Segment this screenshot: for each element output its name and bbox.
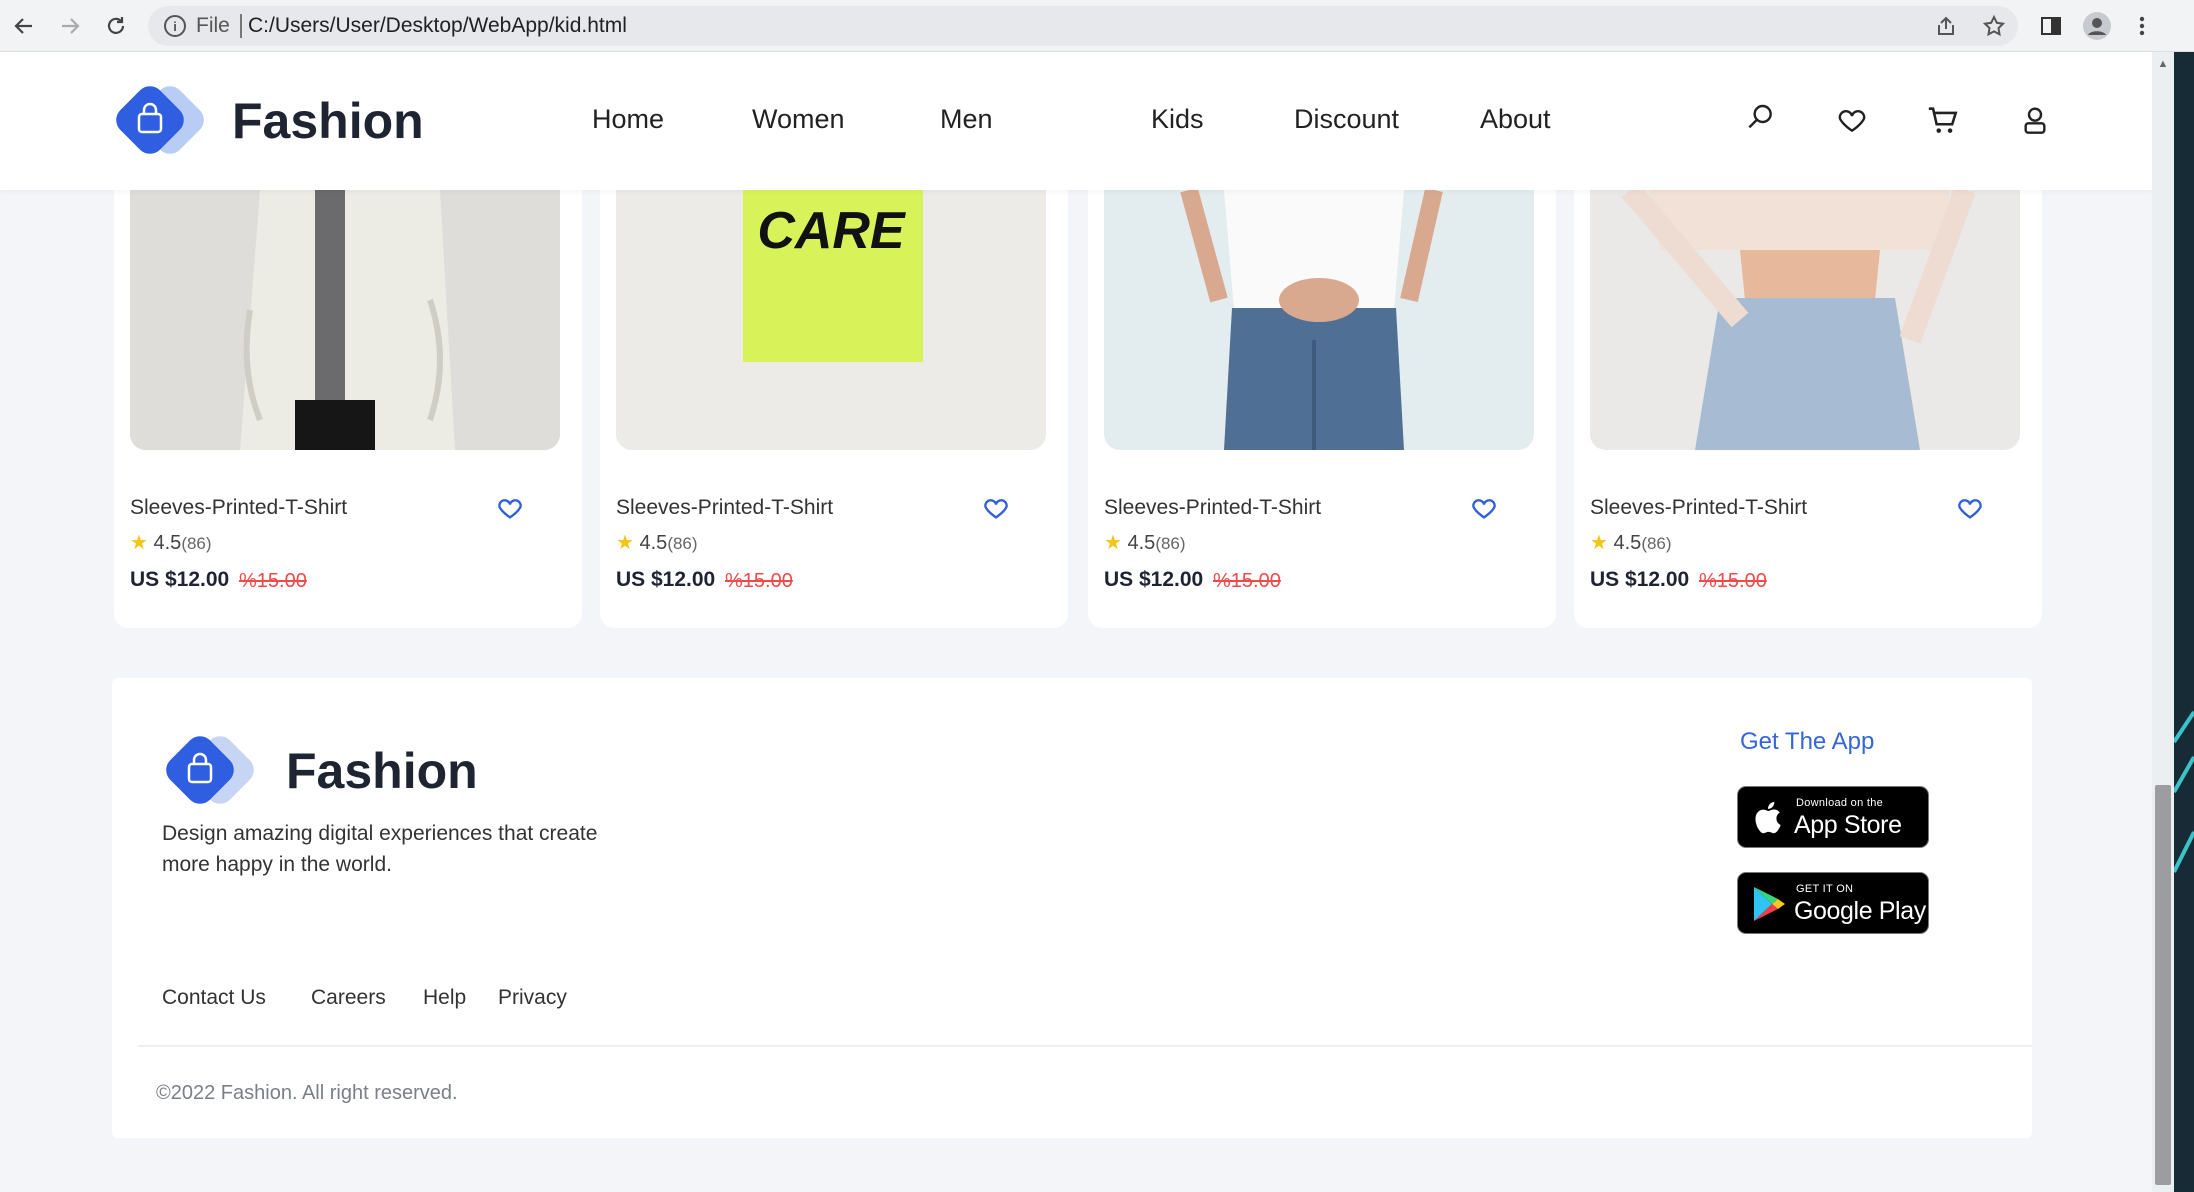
forward-arrow-icon[interactable]: [52, 8, 88, 44]
product-old-price: %15.00: [239, 570, 307, 592]
nav-kids[interactable]: Kids: [1151, 104, 1204, 135]
nav-women[interactable]: Women: [752, 104, 845, 135]
product-rating: ★ 4.5(86): [616, 532, 698, 554]
product-rating: ★ 4.5(86): [130, 532, 212, 554]
star-icon: ★: [1104, 532, 1122, 554]
share-icon[interactable]: [1928, 8, 1964, 44]
footer-link-careers[interactable]: Careers: [311, 986, 386, 1010]
bookmark-star-icon[interactable]: [1976, 8, 2012, 44]
desktop-background-edge: [2174, 52, 2194, 1192]
product-price: US $12.00: [1104, 568, 1204, 591]
product-name[interactable]: Sleeves-Printed-T-Shirt: [616, 496, 833, 520]
product-price: US $12.00: [616, 568, 716, 591]
product-old-price: %15.00: [1699, 570, 1767, 592]
google-play-logo-icon: [1754, 887, 1785, 921]
product-card[interactable]: Sleeves-Printed-T-Shirt ★ 4.5(86) US $12…: [1574, 190, 2042, 628]
nav-discount[interactable]: Discount: [1294, 104, 1399, 135]
star-icon: ★: [130, 532, 148, 554]
footer-logo-icon[interactable]: [162, 728, 262, 812]
product-card[interactable]: Sleeves-Printed-T-Shirt ★ 4.5(86) US $12…: [1088, 190, 1556, 628]
product-old-price: %15.00: [725, 570, 793, 592]
more-menu-icon[interactable]: [2124, 8, 2160, 44]
nav-home[interactable]: Home: [592, 104, 664, 135]
product-image[interactable]: [130, 190, 560, 450]
scrollbar-thumb[interactable]: [2155, 785, 2171, 1185]
wishlist-heart-icon[interactable]: [1956, 494, 1984, 522]
product-rating: ★ 4.5(86): [1590, 532, 1672, 554]
scroll-up-arrow-icon[interactable]: ▲: [2155, 58, 2171, 72]
file-label: File: [196, 14, 230, 37]
user-account-icon[interactable]: [2015, 100, 2055, 140]
apple-logo-icon: [1755, 801, 1781, 834]
star-icon: ★: [616, 532, 634, 554]
shirt-print-text: CARE: [757, 202, 906, 260]
product-image[interactable]: [1590, 190, 2020, 450]
product-old-price: %15.00: [1213, 570, 1281, 592]
wishlist-heart-icon[interactable]: [496, 494, 524, 522]
product-name[interactable]: Sleeves-Printed-T-Shirt: [130, 496, 347, 520]
brand-logo-icon[interactable]: [112, 78, 212, 162]
wishlist-heart-icon[interactable]: [982, 494, 1010, 522]
back-arrow-icon[interactable]: [6, 8, 42, 44]
footer-link-help[interactable]: Help: [423, 986, 466, 1010]
side-panel-icon[interactable]: [2033, 8, 2069, 44]
product-card[interactable]: Sleeves-Printed-T-Shirt ★ 4.5(86) US $12…: [114, 190, 582, 628]
product-name[interactable]: Sleeves-Printed-T-Shirt: [1104, 496, 1321, 520]
product-card[interactable]: CARE Sleeves-Printed-T-Shirt ★ 4.5(86) U…: [600, 190, 1068, 628]
cart-icon[interactable]: [1923, 100, 1963, 140]
nav-about[interactable]: About: [1480, 104, 1551, 135]
product-image[interactable]: CARE: [616, 190, 1046, 450]
app-store-small-text: Download on the: [1796, 797, 1884, 809]
browser-toolbar: i File C:/Users/User/Desktop/WebApp/kid.…: [0, 0, 2194, 52]
product-image[interactable]: [1104, 190, 1534, 450]
google-play-small-text: GET IT ON: [1796, 883, 1854, 895]
info-icon[interactable]: i: [164, 15, 186, 37]
product-name[interactable]: Sleeves-Printed-T-Shirt: [1590, 496, 1807, 520]
star-icon: ★: [1590, 532, 1608, 554]
site-header: Fashion Home Women Men Kids Discount Abo…: [0, 52, 2152, 190]
url-text[interactable]: C:/Users/User/Desktop/WebApp/kid.html: [248, 14, 627, 38]
wishlist-heart-icon[interactable]: [1470, 494, 1498, 522]
copyright-text: ©2022 Fashion. All right reserved.: [156, 1082, 458, 1104]
address-separator: [240, 14, 242, 38]
app-store-button[interactable]: Download on the App Store: [1737, 786, 1929, 848]
nav-men[interactable]: Men: [940, 104, 993, 135]
address-bar[interactable]: i File C:/Users/User/Desktop/WebApp/kid.…: [148, 6, 2018, 46]
product-rating: ★ 4.5(86): [1104, 532, 1186, 554]
footer-description: Design amazing digital experiences that …: [162, 822, 598, 876]
footer-divider: [138, 1045, 2032, 1047]
get-app-heading: Get The App: [1740, 728, 1875, 755]
product-price: US $12.00: [1590, 568, 1690, 591]
product-price: US $12.00: [130, 568, 230, 591]
footer-link-privacy[interactable]: Privacy: [498, 986, 567, 1010]
brand-name[interactable]: Fashion: [232, 92, 424, 150]
search-icon[interactable]: [1740, 98, 1780, 138]
google-play-big-text: Google Play: [1794, 897, 1926, 925]
google-play-button[interactable]: GET IT ON Google Play: [1737, 872, 1929, 934]
profile-avatar-icon[interactable]: [2079, 8, 2115, 44]
wishlist-heart-icon[interactable]: [1832, 100, 1872, 140]
reload-icon[interactable]: [98, 8, 134, 44]
footer-link-contact[interactable]: Contact Us: [162, 986, 266, 1010]
footer-brand-name[interactable]: Fashion: [286, 742, 478, 800]
app-store-big-text: App Store: [1794, 811, 1902, 839]
site-footer: Fashion Design amazing digital experienc…: [112, 678, 2032, 1138]
